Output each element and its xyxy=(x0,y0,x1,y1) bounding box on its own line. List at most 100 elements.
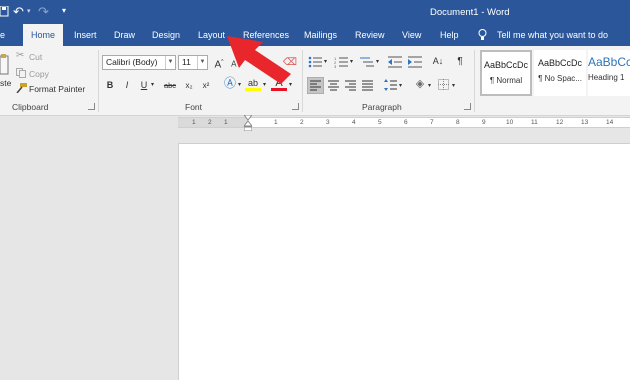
style-name: ¶ No Spac... xyxy=(538,74,582,83)
ribbon-tab-bar: e Home Insert Draw Design Layout Referen… xyxy=(0,24,630,46)
bullets-icon[interactable] xyxy=(308,56,322,68)
style-preview: AaBbCcDc xyxy=(537,58,582,68)
style-preview: AaBbCc xyxy=(588,55,630,69)
increase-indent-icon[interactable] xyxy=(408,56,422,68)
horizontal-ruler[interactable]: 1 2 1 1 2 3 4 5 6 7 8 9 10 11 12 13 14 xyxy=(178,115,630,131)
tab-insert[interactable]: Insert xyxy=(74,24,97,46)
ruler-margin-left xyxy=(178,118,248,127)
ruler-tick: 13 xyxy=(581,119,589,126)
paste-icon[interactable] xyxy=(0,54,9,76)
tab-home[interactable]: Home xyxy=(23,24,64,46)
strikethrough-button[interactable]: abc xyxy=(160,78,180,93)
undo-dropdown-icon[interactable]: ▾ xyxy=(27,7,31,15)
subscript-button[interactable]: x₂ xyxy=(181,78,197,93)
tab-view[interactable]: View xyxy=(402,24,421,46)
customize-qat-icon[interactable]: ▾ xyxy=(62,6,66,15)
tab-help[interactable]: Help xyxy=(440,24,459,46)
annotation-arrow-icon xyxy=(227,36,291,84)
paragraph-group-label: Paragraph xyxy=(362,102,402,112)
multilevel-list-icon[interactable] xyxy=(360,56,374,68)
ruler-tick: 14 xyxy=(606,119,614,126)
font-family-value: Calibri (Body) xyxy=(106,57,158,67)
decrease-indent-icon[interactable] xyxy=(388,56,402,68)
align-center-icon[interactable] xyxy=(328,80,339,91)
ruler-tick: 3 xyxy=(326,119,330,126)
redo-icon[interactable]: ↷ xyxy=(38,4,49,20)
font-size-select[interactable]: 11 ▼ xyxy=(178,55,208,70)
ruler-tick: 6 xyxy=(404,119,408,126)
italic-button[interactable]: I xyxy=(119,78,135,93)
shading-dropdown-icon[interactable]: ▾ xyxy=(428,82,431,89)
chevron-down-icon: ▼ xyxy=(165,56,175,69)
save-icon[interactable] xyxy=(0,6,9,17)
tab-review[interactable]: Review xyxy=(355,24,385,46)
window-title: Document1 - Word xyxy=(430,7,510,18)
style-heading-1[interactable]: AaBbCc Heading 1 xyxy=(588,50,630,96)
underline-button[interactable]: U xyxy=(136,78,152,93)
ribbon-home: ste ✂ Cut Copy Format Painter Clipboard … xyxy=(0,46,630,116)
line-spacing-dropdown-icon[interactable]: ▾ xyxy=(399,82,402,89)
chevron-down-icon: ▼ xyxy=(197,56,207,69)
undo-icon[interactable]: ↶ xyxy=(13,4,24,20)
ruler-tick: 10 xyxy=(506,119,514,126)
style-normal[interactable]: AaBbCcDc ¶ Normal xyxy=(480,50,532,96)
font-size-value: 11 xyxy=(182,57,191,67)
scissors-icon: ✂ xyxy=(16,50,25,61)
format-painter-icon xyxy=(16,83,27,93)
format-painter-button[interactable]: Format Painter xyxy=(29,84,85,94)
ruler-tick: 2 xyxy=(300,119,304,126)
clipboard-launcher-icon[interactable] xyxy=(88,103,95,110)
multilevel-dropdown-icon[interactable]: ▾ xyxy=(376,58,379,65)
ruler-tick: 1 xyxy=(274,119,278,126)
superscript-button[interactable]: x² xyxy=(198,78,214,93)
paste-button-label[interactable]: ste xyxy=(0,78,11,88)
svg-text:3: 3 xyxy=(334,64,337,68)
tab-draw[interactable]: Draw xyxy=(114,24,135,46)
show-formatting-button[interactable]: ¶ xyxy=(452,54,468,69)
copy-button[interactable]: Copy xyxy=(29,69,49,79)
document-page[interactable] xyxy=(178,143,630,380)
font-launcher-icon[interactable] xyxy=(292,103,299,110)
font-group-label: Font xyxy=(185,102,203,112)
font-family-select[interactable]: Calibri (Body) ▼ xyxy=(102,55,176,70)
numbering-icon[interactable]: 1 2 3 xyxy=(334,56,348,68)
paragraph-launcher-icon[interactable] xyxy=(464,103,471,110)
align-right-icon[interactable] xyxy=(345,80,356,91)
indent-marker-icon[interactable] xyxy=(244,115,252,131)
justify-icon[interactable] xyxy=(362,80,373,91)
style-preview: AaBbCcDc xyxy=(483,60,528,70)
borders-dropdown-icon[interactable]: ▾ xyxy=(452,82,455,89)
borders-icon[interactable] xyxy=(438,79,449,90)
lightbulb-icon[interactable] xyxy=(478,29,487,41)
group-separator xyxy=(98,50,99,112)
bullets-dropdown-icon[interactable]: ▾ xyxy=(324,58,327,65)
tab-layout[interactable]: Layout xyxy=(198,24,225,46)
numbering-dropdown-icon[interactable]: ▾ xyxy=(350,58,353,65)
tab-mailings[interactable]: Mailings xyxy=(304,24,337,46)
ruler-tick: 11 xyxy=(531,119,538,126)
ruler-tick: 9 xyxy=(482,119,486,126)
group-separator xyxy=(302,50,303,112)
ruler-tick: 4 xyxy=(352,119,356,126)
cut-button[interactable]: Cut xyxy=(29,52,42,62)
ruler-tick: 2 xyxy=(208,119,212,126)
line-spacing-icon[interactable] xyxy=(384,79,397,91)
sort-icon[interactable]: A↓ xyxy=(430,54,446,69)
ruler-tick: 1 xyxy=(192,119,196,126)
ruler-tick: 1 xyxy=(224,119,228,126)
style-name: Heading 1 xyxy=(588,73,625,82)
underline-dropdown-icon[interactable]: ▾ xyxy=(151,81,154,88)
align-left-icon[interactable] xyxy=(307,77,324,94)
ruler-tick: 5 xyxy=(378,119,382,126)
ruler-tick: 7 xyxy=(430,119,434,126)
ruler-tick: 12 xyxy=(556,119,564,126)
tell-me-search[interactable]: Tell me what you want to do xyxy=(497,24,608,46)
tab-file[interactable]: e xyxy=(0,24,5,46)
style-no-spacing[interactable]: AaBbCcDc ¶ No Spac... xyxy=(534,50,586,96)
style-name: ¶ Normal xyxy=(489,76,523,85)
clipboard-group-label: Clipboard xyxy=(12,102,49,112)
group-separator xyxy=(474,50,475,112)
tab-design[interactable]: Design xyxy=(152,24,180,46)
bold-button[interactable]: B xyxy=(102,78,118,93)
shading-icon[interactable]: ◈ xyxy=(412,77,428,92)
